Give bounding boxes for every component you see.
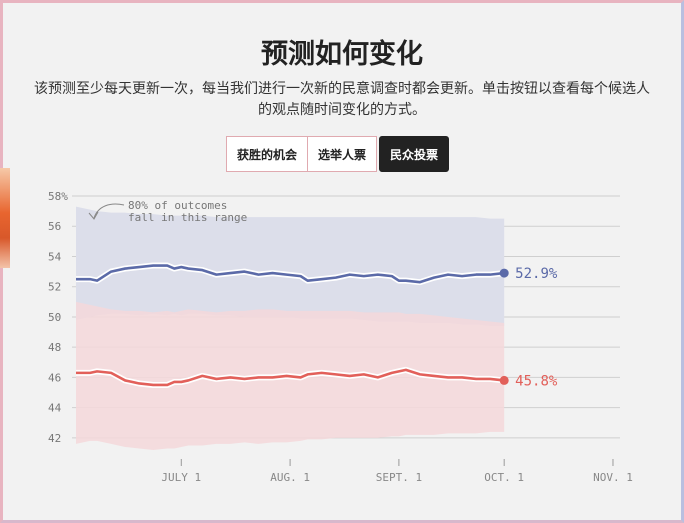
x-tick-label: NOV. 1 <box>593 471 633 484</box>
x-tick-label: SEPT. 1 <box>376 471 422 484</box>
blue-endpoint-dot <box>499 268 509 278</box>
blue-value-label: 52.9% <box>515 266 558 282</box>
red-value-label: 45.8% <box>515 373 558 389</box>
red-endpoint-dot <box>499 375 509 385</box>
popular-vote-chart: 42 44 46 48 50 52 54 56 58% JULY 1 AUG. 1 SEPT. 1 OC… <box>48 190 633 484</box>
y-tick-label: 48 <box>48 341 61 354</box>
y-tick-label: 50 <box>48 311 61 324</box>
y-tick-label: 44 <box>48 402 62 415</box>
annotation-text: fall in this range <box>128 211 247 224</box>
y-tick-label: 42 <box>48 432 61 445</box>
y-tick-label: 54 <box>48 250 62 263</box>
y-tick-label: 46 <box>48 371 61 384</box>
y-tick-label: 52 <box>48 281 61 294</box>
y-tick-label: 58% <box>48 190 68 203</box>
y-tick-label: 56 <box>48 220 61 233</box>
x-tick-label: AUG. 1 <box>270 471 310 484</box>
x-tick-label: JULY 1 <box>161 471 201 484</box>
x-tick-label: OCT. 1 <box>484 471 524 484</box>
